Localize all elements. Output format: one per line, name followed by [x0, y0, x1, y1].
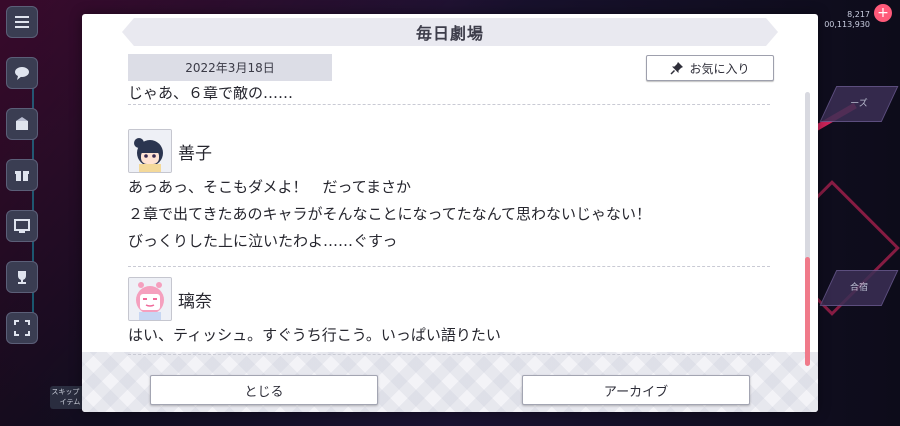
box-icon[interactable] [6, 108, 38, 140]
conversation-log[interactable]: じゃあ、６章で敵の…… 善子 あっあっ、そこもダメよ！ だってまさか ２章で出て… [128, 86, 770, 360]
scrollbar[interactable] [805, 92, 810, 366]
fullscreen-icon[interactable] [6, 312, 38, 344]
favorite-button[interactable]: お気に入り [646, 55, 774, 81]
scrollbar-thumb[interactable] [805, 257, 810, 366]
chat-icon[interactable] [6, 57, 38, 89]
date-label: 2022年3月18日 [128, 54, 332, 81]
right-tile[interactable]: ーズ [819, 86, 899, 122]
avatar-yoshiko [128, 129, 172, 173]
speaker-name: 善子 [178, 143, 212, 164]
plus-icon[interactable]: + [874, 4, 892, 22]
pin-icon [670, 62, 684, 75]
message-divider [128, 354, 770, 355]
speaker-name: 璃奈 [178, 291, 212, 312]
stat-value: 00,113,930 [824, 20, 870, 29]
message-line: びっくりした上に泣いたわよ……ぐすっ [128, 232, 398, 250]
archive-button[interactable]: アーカイブ [522, 375, 750, 405]
screen-icon[interactable] [6, 210, 38, 242]
message-divider [128, 266, 770, 267]
speaker-row: 善子 [128, 128, 770, 174]
message: 善子 あっあっ、そこもダメよ！ だってまさか ２章で出てきたあのキャラがそんなこ… [128, 128, 770, 267]
menu-icon[interactable] [6, 6, 38, 38]
trophy-icon[interactable] [6, 261, 38, 293]
side-menu [6, 6, 42, 363]
favorite-label: お気に入り [689, 61, 750, 76]
message: 璃奈 はい、ティッシュ。すぐうち行こう。いっぱい語りたい [128, 276, 770, 355]
message-line: はい、ティッシュ。すぐうち行こう。いっぱい語りたい [128, 326, 501, 344]
daily-theater-dialog: 毎日劇場 2022年3月18日 お気に入り じゃあ、６章で敵の…… 善子 あっあ… [82, 14, 818, 412]
close-button[interactable]: とじる [150, 375, 378, 405]
message-line: あっあっ、そこもダメよ！ だってまさか [128, 178, 412, 196]
message-cut: じゃあ、６章で敵の…… [128, 86, 770, 107]
message-divider [128, 104, 770, 105]
message-line: ２章で出てきたあのキャラがそんなことになってたなんて思わないじゃない！ [128, 205, 652, 223]
gift-icon[interactable] [6, 159, 38, 191]
stat-value: 8,217 [847, 10, 870, 19]
right-tile[interactable]: 合宿 [819, 270, 899, 306]
speaker-row: 璃奈 [128, 276, 770, 322]
avatar-rina [128, 277, 172, 321]
dialog-title: 毎日劇場 [122, 18, 778, 46]
